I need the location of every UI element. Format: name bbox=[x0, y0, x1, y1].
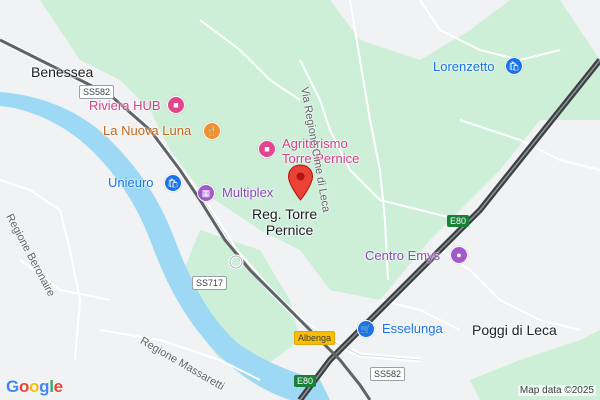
poi-esselunga-label[interactable]: Esselunga bbox=[382, 321, 443, 337]
poi-lorenzetto-label[interactable]: Lorenzetto bbox=[433, 59, 494, 75]
shield-e80: E80 bbox=[447, 215, 470, 227]
map-canvas[interactable]: Benessea Poggi di Leca Reg. Torre Pernic… bbox=[0, 0, 600, 400]
hotel-bed-icon[interactable]: ■ bbox=[258, 140, 276, 158]
spa-icon[interactable]: ● bbox=[450, 246, 468, 264]
poi-multiplex-label[interactable]: Multiplex bbox=[222, 185, 273, 201]
shopping-cart-icon[interactable]: 🛒 bbox=[357, 320, 375, 338]
cinema-icon[interactable]: ▦ bbox=[197, 184, 215, 202]
poi-riviera-hub-label[interactable]: Riviera HUB bbox=[89, 98, 161, 114]
place-label-line2: Pernice bbox=[265, 222, 314, 239]
poi-unieuro-label[interactable]: Unieuro bbox=[108, 175, 154, 191]
shield-albenga-exit: Albenga bbox=[294, 331, 336, 345]
shield-ss717: SS717 bbox=[192, 276, 228, 290]
shield-ss582: SS582 bbox=[79, 85, 115, 99]
hotel-bed-icon[interactable]: ■ bbox=[167, 96, 185, 114]
google-logo: Google bbox=[6, 377, 63, 396]
shopping-bag-icon[interactable]: 🛍 bbox=[505, 57, 523, 75]
map-attribution[interactable]: Map data ©2025 bbox=[517, 385, 596, 396]
shield-e80: E80 bbox=[294, 375, 317, 387]
place-label-line1: Reg. Torre bbox=[252, 206, 318, 222]
location-pin-icon[interactable] bbox=[287, 164, 314, 202]
restaurant-fork-knife-icon[interactable]: 🍴 bbox=[203, 122, 221, 140]
poi-la-nuova-luna-label[interactable]: La Nuova Luna bbox=[103, 123, 191, 139]
shield-ss582: SS582 bbox=[370, 367, 406, 381]
shopping-bag-icon[interactable]: 🛍 bbox=[164, 174, 182, 192]
place-poggi-di-leca: Poggi di Leca bbox=[472, 322, 557, 338]
place-benessea: Benessea bbox=[31, 64, 94, 80]
poi-centro-emys-label[interactable]: Centro Emys bbox=[365, 248, 440, 264]
place-reg-torre-pernice: Reg. Torre Pernice bbox=[252, 206, 317, 238]
